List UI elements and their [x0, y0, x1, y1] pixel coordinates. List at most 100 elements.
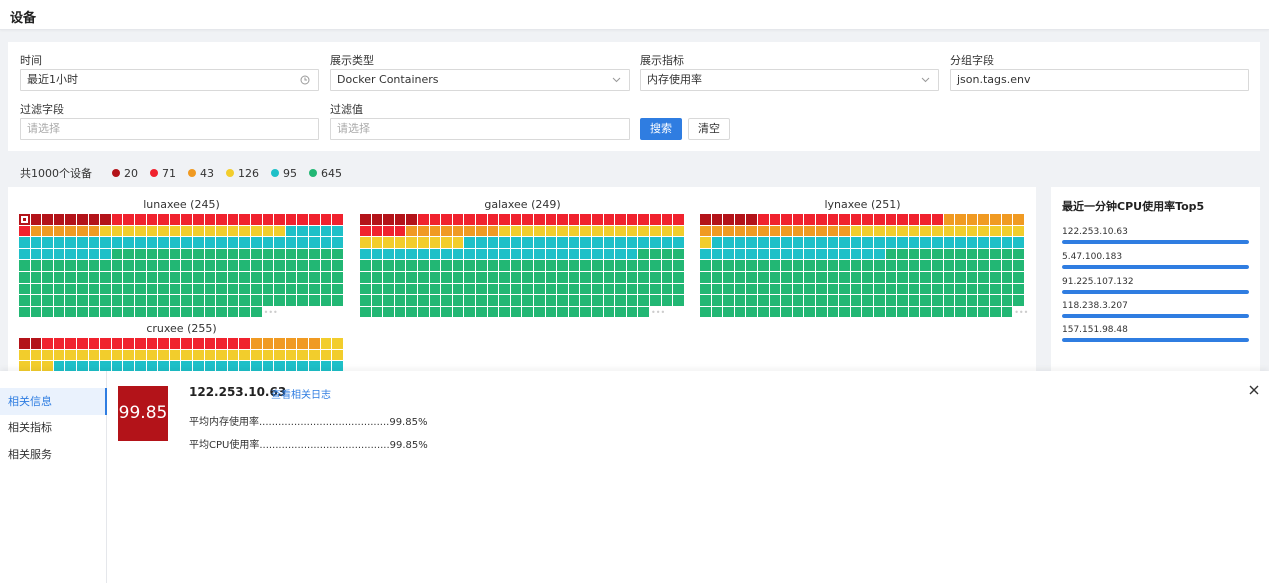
device-cell[interactable]: [227, 338, 239, 349]
device-cell[interactable]: [181, 306, 192, 318]
device-cell[interactable]: [394, 283, 406, 295]
device-cell[interactable]: [53, 225, 65, 237]
device-cell[interactable]: [534, 237, 545, 248]
device-cell[interactable]: [592, 306, 603, 318]
device-cell[interactable]: [534, 283, 545, 295]
device-cell[interactable]: [100, 225, 111, 237]
device-cell[interactable]: [371, 214, 383, 225]
group-field-input[interactable]: json.tags.env: [950, 69, 1249, 91]
device-cell[interactable]: [169, 338, 181, 349]
device-cell[interactable]: [204, 349, 216, 361]
device-cell[interactable]: [406, 225, 417, 237]
device-cell[interactable]: [360, 225, 371, 237]
device-cell[interactable]: [522, 272, 533, 283]
device-cell[interactable]: [464, 295, 475, 306]
device-cell[interactable]: [955, 283, 966, 295]
device-cell[interactable]: [545, 272, 557, 283]
device-cell[interactable]: [816, 306, 827, 318]
device-cell[interactable]: [452, 260, 464, 271]
device-cell[interactable]: [251, 248, 262, 260]
device-cell[interactable]: [193, 272, 204, 283]
device-cell[interactable]: [746, 295, 757, 306]
device-cell[interactable]: [661, 225, 673, 237]
device-cell[interactable]: [100, 306, 111, 318]
device-cell[interactable]: [464, 283, 475, 295]
device-cell[interactable]: [603, 248, 615, 260]
device-cell[interactable]: [262, 214, 274, 225]
device-cell[interactable]: [626, 248, 638, 260]
device-cell[interactable]: [827, 214, 839, 225]
device-cell[interactable]: [603, 260, 615, 271]
device-cell[interactable]: [429, 237, 441, 248]
device-cell[interactable]: [700, 237, 711, 248]
legend-item[interactable]: 71: [150, 167, 176, 180]
device-cell[interactable]: [850, 237, 862, 248]
device-cell[interactable]: [371, 248, 383, 260]
device-cell[interactable]: [522, 260, 533, 271]
device-cell[interactable]: [204, 338, 216, 349]
device-cell[interactable]: [943, 295, 955, 306]
device-cell[interactable]: [603, 214, 615, 225]
device-cell[interactable]: [650, 214, 661, 225]
device-cell[interactable]: [464, 260, 475, 271]
device-cell[interactable]: [181, 237, 192, 248]
device-cell[interactable]: [332, 349, 343, 361]
device-cell[interactable]: [53, 306, 65, 318]
device-cell[interactable]: [251, 225, 262, 237]
device-cell[interactable]: [769, 248, 781, 260]
device-cell[interactable]: [77, 349, 88, 361]
device-cell[interactable]: [464, 237, 475, 248]
device-cell[interactable]: [510, 306, 522, 318]
device-cell[interactable]: [30, 306, 42, 318]
device-cell[interactable]: [77, 338, 88, 349]
device-cell[interactable]: [874, 306, 885, 318]
device-cell[interactable]: [978, 272, 989, 283]
device-cell[interactable]: [673, 225, 684, 237]
device-cell[interactable]: [77, 272, 88, 283]
device-cell[interactable]: [487, 295, 499, 306]
device-cell[interactable]: [499, 225, 510, 237]
device-cell[interactable]: [452, 272, 464, 283]
device-cell[interactable]: [816, 225, 827, 237]
device-cell[interactable]: [897, 295, 908, 306]
device-cell[interactable]: [723, 260, 734, 271]
device-cell[interactable]: [320, 272, 332, 283]
device-cell[interactable]: [545, 225, 557, 237]
device-cell[interactable]: [441, 295, 452, 306]
device-cell[interactable]: [580, 272, 591, 283]
top5-item[interactable]: 91.225.107.132: [1062, 277, 1249, 294]
device-cell[interactable]: [557, 306, 568, 318]
device-cell[interactable]: [452, 295, 464, 306]
device-cell[interactable]: [673, 237, 684, 248]
device-cell[interactable]: [932, 272, 943, 283]
device-cell[interactable]: [792, 260, 804, 271]
device-cell[interactable]: [723, 306, 734, 318]
device-cell[interactable]: [262, 272, 274, 283]
device-cell[interactable]: [661, 272, 673, 283]
device-cell[interactable]: [522, 225, 533, 237]
device-cell[interactable]: [885, 306, 897, 318]
search-button[interactable]: 搜索: [640, 118, 682, 140]
device-cell[interactable]: [827, 306, 839, 318]
device-cell[interactable]: [111, 225, 123, 237]
device-cell[interactable]: [251, 237, 262, 248]
device-cell[interactable]: [626, 237, 638, 248]
device-cell[interactable]: [88, 214, 100, 225]
device-cell[interactable]: [580, 295, 591, 306]
device-cell[interactable]: [429, 248, 441, 260]
device-cell[interactable]: [158, 248, 169, 260]
device-cell[interactable]: [874, 237, 885, 248]
device-cell[interactable]: [955, 295, 966, 306]
device-cell[interactable]: [850, 214, 862, 225]
device-cell[interactable]: [193, 295, 204, 306]
device-cell[interactable]: [274, 283, 285, 295]
more-ellipsis-icon[interactable]: •••: [264, 308, 278, 317]
device-cell[interactable]: [580, 237, 591, 248]
device-cell[interactable]: [216, 338, 227, 349]
device-cell[interactable]: [545, 237, 557, 248]
device-cell[interactable]: [650, 225, 661, 237]
device-cell[interactable]: [734, 260, 746, 271]
device-cell[interactable]: [827, 295, 839, 306]
device-cell[interactable]: [990, 272, 1001, 283]
device-cell[interactable]: [30, 225, 42, 237]
